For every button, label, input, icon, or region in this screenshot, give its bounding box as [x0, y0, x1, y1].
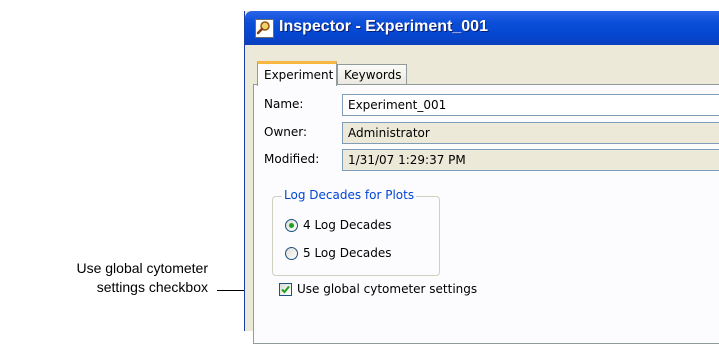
title-bar[interactable]: Inspector - Experiment_001	[245, 11, 719, 45]
tab-keywords[interactable]: Keywords	[337, 64, 407, 85]
radio-5-log-decades-label: 5 Log Decades	[303, 246, 392, 260]
window-title: Inspector - Experiment_001	[279, 18, 488, 35]
modified-field: 1/31/07 1:29:37 PM	[342, 149, 719, 171]
magnifier-icon	[255, 19, 274, 38]
inspector-window: Inspector - Experiment_001 Experiment Ke…	[244, 11, 719, 344]
radio-4-log-decades-label: 4 Log Decades	[303, 218, 392, 232]
name-field[interactable]: Experiment_001	[342, 94, 719, 116]
use-global-settings-checkbox[interactable]	[279, 283, 292, 296]
checkmark-icon	[281, 285, 290, 294]
tab-experiment[interactable]: Experiment	[257, 61, 337, 86]
log-decades-groupbox: Log Decades for Plots 4 Log Decades 5 Lo…	[272, 188, 440, 276]
callout-line2: settings checkbox	[96, 279, 208, 295]
callout-annotation: Use global cytometer settings checkbox	[0, 259, 208, 297]
owner-field: Administrator	[342, 122, 719, 144]
use-global-settings-label: Use global cytometer settings	[297, 282, 478, 296]
log-decades-title: Log Decades for Plots	[282, 188, 417, 202]
modified-label: Modified:	[264, 152, 320, 166]
radio-button-unselected[interactable]	[285, 247, 298, 260]
radio-button-selected[interactable]	[285, 219, 298, 232]
owner-label: Owner:	[264, 125, 308, 139]
name-label: Name:	[264, 97, 304, 111]
callout-line1: Use global cytometer	[76, 260, 208, 276]
